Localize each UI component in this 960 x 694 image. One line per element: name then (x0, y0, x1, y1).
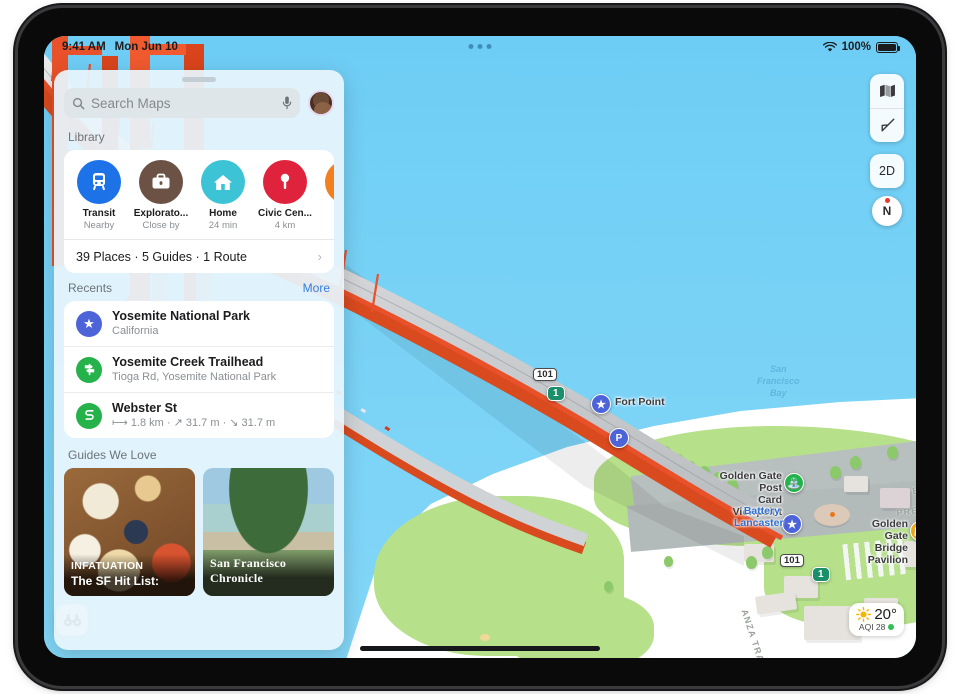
trail-sign-icon (76, 356, 102, 383)
library-grid: Transit Nearby Explorato... Close by Hom… (64, 150, 334, 239)
house-icon (201, 160, 245, 204)
recent-item-subtitle: Tioga Rd, Yosemite National Park (112, 371, 277, 383)
guide-brand: INFATUATION (71, 560, 144, 572)
weather-widget[interactable]: 20° AQI 28 (849, 603, 904, 636)
aqi-status-dot (888, 624, 895, 630)
guide-brand: San Francisco Chronicle (210, 556, 287, 585)
guides-row: INFATUATION The SF Hit List: San Francis… (54, 468, 344, 596)
library-item-transit[interactable]: Transit Nearby (68, 160, 130, 231)
building (844, 476, 868, 492)
recent-item-yosemite-creek-trailhead[interactable]: Yosemite Creek Trailhead Tioga Rd, Yosem… (64, 346, 334, 392)
library-item-label: Home (209, 208, 237, 219)
chevron-right-icon: › (317, 249, 322, 264)
library-summary-text: 39 Places · 5 Guides · 1 Route (76, 249, 247, 264)
recent-item-title: Yosemite Creek Trailhead (112, 355, 264, 369)
maps-sidebar: Search Maps Library Transit Nearby Explo… (54, 70, 344, 650)
locate-me-button[interactable] (870, 108, 904, 142)
library-item-label: Civic Cen... (258, 208, 312, 219)
briefcase-icon (139, 160, 183, 204)
map-layers-icon (879, 84, 895, 97)
guide-caption: INFATUATION The SF Hit List: (64, 554, 195, 596)
guides-section-title: Guides We Love (68, 448, 157, 462)
recents-more-button[interactable]: More (303, 281, 330, 295)
library-item-sub: 24 min (208, 220, 238, 231)
pavilion-marker (830, 512, 835, 517)
recents-section-header: Recents More (54, 273, 344, 301)
guide-title: The SF Hit List: (71, 574, 159, 588)
guide-card-sf-chronicle[interactable]: San Francisco Chronicle (203, 468, 334, 596)
map-label-battery-lancaster: Battery Lancaster (734, 505, 784, 529)
library-item-exploratorium[interactable]: Explorato... Close by (130, 160, 192, 231)
map-label-bay: San Francisco Bay (757, 364, 800, 398)
route-shield-101-upper: 101 (533, 368, 557, 381)
library-item-sub: Nearby (83, 220, 115, 231)
air-quality-row: AQI 28 (856, 622, 897, 632)
battery-icon (876, 41, 900, 53)
sun-icon (856, 607, 872, 622)
wifi-icon (822, 41, 837, 52)
user-avatar[interactable] (308, 90, 334, 116)
search-row: Search Maps (54, 88, 344, 128)
compass-button[interactable]: N (872, 196, 902, 226)
sidebar-grabber[interactable] (182, 77, 216, 82)
guide-caption: San Francisco Chronicle (203, 550, 334, 596)
aqi-label: AQI 28 (858, 622, 886, 632)
post-card-viewpoint-pin[interactable]: ⛲ (784, 473, 804, 493)
building (880, 488, 910, 508)
recent-item-subtitle: ⟼ 1.8 km · ↗ 31.7 m · ↘ 31.7 m (112, 417, 276, 429)
location-arrow-icon (881, 118, 894, 132)
map-layers-button[interactable] (870, 74, 904, 108)
map-label-bridge-pavilion: Golden Gate Bridge Pavilion (867, 518, 908, 566)
library-item-sub: Close by (142, 220, 180, 231)
parking-pin[interactable]: P (609, 428, 629, 448)
library-item-label: Explorato... (133, 208, 189, 219)
multitasking-control[interactable] (468, 44, 492, 49)
recent-item-yosemite-national-park[interactable]: ★ Yosemite National Park California (64, 301, 334, 346)
compass-label: N (882, 204, 892, 218)
search-icon (72, 97, 85, 109)
sand-patch (480, 634, 490, 641)
recent-item-subtitle: California (112, 325, 159, 337)
home-indicator[interactable] (360, 646, 600, 651)
battery-lancaster-pin[interactable]: ★ (782, 514, 802, 534)
ipad-screen: GOLDEN GATE BRIDGE SanFranciscoBay ★ For… (44, 36, 916, 658)
recent-item-title: Webster St (112, 401, 178, 415)
recents-card: ★ Yosemite National Park California Yose… (64, 301, 334, 438)
recent-item-webster-st[interactable]: Webster St ⟼ 1.8 km · ↗ 31.7 m · ↘ 31.7 … (64, 392, 334, 438)
library-item-home[interactable]: Home 24 min (192, 160, 254, 231)
fort-point-pin[interactable]: ★ (591, 394, 611, 414)
route-shield-1-upper: 1 (547, 386, 565, 401)
microphone-icon[interactable] (282, 96, 292, 110)
recent-item-title: Yosemite National Park (112, 309, 251, 323)
map-pin-icon (263, 160, 307, 204)
train-icon (77, 160, 121, 204)
guide-card-infatuation[interactable]: INFATUATION The SF Hit List: (64, 468, 195, 596)
library-card: Transit Nearby Explorato... Close by Hom… (64, 150, 334, 273)
map-control-group-top (870, 74, 904, 142)
search-field[interactable]: Search Maps (64, 88, 300, 118)
route-shield-1-lower: 1 (812, 567, 830, 582)
map-control-group-dimension: 2D (870, 154, 904, 188)
library-section-title: Library (68, 130, 105, 144)
more-icon (325, 160, 334, 204)
dimension-toggle-button[interactable]: 2D (870, 154, 904, 188)
map-label-fort-point: Fort Point (615, 396, 665, 408)
library-item-more[interactable] (316, 160, 334, 231)
status-battery-percent: 100% (841, 41, 871, 53)
search-placeholder: Search Maps (91, 95, 171, 111)
star-icon: ★ (76, 310, 102, 337)
status-date: Mon Jun 10 (114, 41, 178, 53)
recents-section-title: Recents (68, 281, 113, 295)
ipad-device-frame: GOLDEN GATE BRIDGE SanFranciscoBay ★ For… (18, 8, 942, 686)
status-time: 9:41 AM (62, 41, 106, 53)
route-shield-101-lower: 101 (780, 554, 804, 567)
library-item-label: Transit (82, 208, 116, 219)
library-summary-row[interactable]: 39 Places · 5 Guides · 1 Route › (64, 239, 334, 273)
weather-temperature: 20° (874, 606, 897, 623)
library-item-sub: 4 km (274, 220, 296, 231)
route-icon (76, 402, 102, 429)
library-item-civic-center[interactable]: Civic Cen... 4 km (254, 160, 316, 231)
